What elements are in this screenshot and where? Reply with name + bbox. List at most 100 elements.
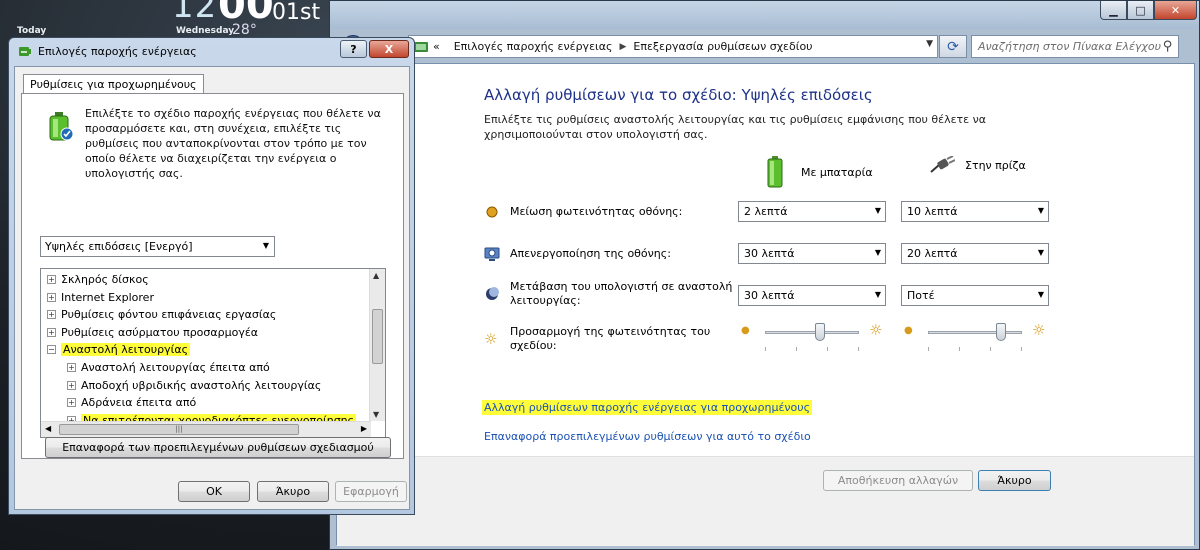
sun-large-icon: ☼ (1032, 321, 1046, 339)
refresh-button[interactable]: ⟳ (939, 35, 967, 58)
dim-display-battery-value: 2 λεπτά (744, 205, 788, 218)
tree-item-label: Αδράνεια έπειτα από (81, 396, 197, 410)
chevron-down-icon: ▼ (874, 248, 881, 257)
save-changes-button[interactable]: Αποθήκευση αλλαγών (823, 470, 973, 491)
moon-sleep-icon (486, 287, 499, 300)
close-button[interactable]: ✕ (1154, 1, 1197, 20)
tree-item[interactable]: + Αναστολή λειτουργίας έπειτα από (67, 359, 270, 376)
minimize-button[interactable]: ▁ (1100, 1, 1127, 20)
dim-display-plugged-select[interactable]: 10 λεπτά ▼ (901, 201, 1049, 222)
plan-select[interactable]: Υψηλές επιδόσεις [Ενεργό] ▼ (40, 236, 275, 257)
turn-off-display-battery-select[interactable]: 30 λεπτά ▼ (738, 243, 886, 264)
setting-row-turn-off-display: Απενεργοποίηση της οθόνης: (484, 246, 671, 262)
column-header-battery: Με μπαταρία (767, 156, 873, 188)
search-input[interactable]: Αναζήτηση στον Πίνακα Ελέγχου (971, 35, 1179, 58)
scroll-up-icon[interactable]: ▲ (373, 271, 379, 280)
battery-check-icon (49, 112, 74, 141)
breadcrumb-item-edit-plan[interactable]: Επεξεργασία ρυθμίσεων σχεδίου (633, 40, 812, 53)
dialog-close-button[interactable]: X (369, 40, 409, 58)
expand-icon[interactable]: + (47, 275, 56, 284)
refresh-icon: ⟳ (947, 38, 959, 55)
scroll-thumb[interactable] (372, 309, 383, 364)
desktop-clock-hour: 12 (172, 0, 218, 26)
address-dropdown-icon[interactable]: ▼ (926, 39, 933, 49)
turn-off-display-plugged-select[interactable]: 20 λεπτά ▼ (901, 243, 1049, 264)
tree-item-label: Internet Explorer (61, 290, 154, 304)
tree-item[interactable]: + Αποδοχή υβριδικής αναστολής λειτουργίας (67, 377, 321, 394)
sleep-battery-select[interactable]: 30 λεπτά ▼ (738, 285, 886, 306)
tree-item[interactable]: + Internet Explorer (47, 289, 154, 306)
chevron-down-icon: ▼ (1037, 248, 1044, 257)
advanced-settings-panel: Επιλέξτε το σχέδιο παροχής ενέργειας που… (21, 93, 404, 459)
search-icon[interactable]: ⚲ (1156, 35, 1179, 58)
tree-item[interactable]: + Αδράνεια έπειτα από (67, 394, 196, 411)
expand-icon[interactable]: + (47, 310, 56, 320)
breadcrumb-item-power-options[interactable]: Επιλογές παροχής ενέργειας (454, 40, 613, 53)
tree-item-label: Ρυθμίσεις φόντου επιφάνειας εργασίας (61, 308, 277, 322)
dialog-title: Επιλογές παροχής ενέργειας (17, 43, 197, 59)
tab-advanced-settings[interactable]: Ρυθμίσεις για προχωρημένους (23, 74, 204, 94)
tree-item[interactable]: + Ρυθμίσεις ασύρματου προσαρμογέα (47, 324, 258, 341)
expand-icon[interactable]: + (47, 327, 56, 337)
help-button[interactable]: ? (340, 40, 367, 58)
plug-icon (930, 156, 955, 173)
tree-vertical-scrollbar[interactable]: ▲ ▼ (369, 269, 385, 421)
expand-icon[interactable]: + (67, 398, 76, 408)
expand-icon[interactable]: + (67, 380, 76, 390)
advanced-settings-link[interactable]: Αλλαγή ρυθμίσεων παροχής ενέργειας για π… (482, 400, 813, 415)
plan-select-value: Υψηλές επιδόσεις [Ενεργό] (45, 240, 193, 253)
sun-dim-icon (486, 206, 498, 218)
ok-button[interactable]: OK (178, 481, 250, 502)
settings-tree[interactable]: + Σκληρός δίσκος + Internet Explorer + Ρυθμίσ… (40, 268, 386, 438)
apply-button[interactable]: Εφαρμογή (335, 481, 407, 502)
breadcrumb-separator-icon[interactable]: ▶ (619, 42, 626, 52)
setting-label-dim-display: Μείωση φωτεινότητας οθόνης: (510, 205, 683, 218)
expand-icon[interactable]: + (67, 363, 76, 372)
sun-small-icon: ● (741, 325, 750, 336)
scroll-down-icon[interactable]: ▼ (373, 410, 379, 419)
sleep-plugged-select[interactable]: Ποτέ ▼ (901, 285, 1049, 306)
desktop-date: 01st (272, 0, 321, 25)
expand-icon[interactable]: + (47, 292, 56, 302)
monitor-off-icon (484, 247, 500, 261)
scroll-right-icon[interactable]: ▶ (361, 424, 367, 433)
sleep-plugged-value: Ποτέ (907, 289, 935, 302)
slider-ticks (765, 347, 859, 351)
dialog-title-text: Επιλογές παροχής ενέργειας (38, 44, 197, 58)
scroll-left-icon[interactable]: ◀ (45, 424, 51, 433)
slider-ticks (928, 347, 1022, 351)
collapse-icon[interactable]: − (47, 345, 56, 355)
tree-item-label: Αποδοχή υβριδικής αναστολής λειτουργίας (81, 378, 322, 392)
turn-off-display-plugged-value: 20 λεπτά (907, 247, 958, 260)
cancel-button[interactable]: Άκυρο (978, 470, 1051, 491)
chevron-down-icon: ▼ (262, 241, 269, 250)
dialog-cancel-button[interactable]: Άκυρο (257, 481, 329, 502)
control-panel-titlebar[interactable]: ▁ □ ✕ (330, 1, 1199, 29)
tree-horizontal-scrollbar[interactable]: ◀ ||| ▶ (41, 421, 371, 437)
setting-row-dim-display: Μείωση φωτεινότητας οθόνης: (484, 204, 682, 220)
breadcrumb-chevron-icon: « (433, 40, 440, 53)
setting-label-turn-off-display: Απενεργοποίηση της οθόνης: (510, 247, 671, 260)
address-bar[interactable]: « Επιλογές παροχής ενέργειας ▶ Επεξεργασ… (408, 35, 938, 58)
setting-label-brightness: Προσαρμογή της φωτεινότητας του σχεδίου: (510, 325, 711, 352)
dim-display-battery-select[interactable]: 2 λεπτά ▼ (738, 201, 886, 222)
tree-item[interactable]: + Σκληρός δίσκος (47, 271, 149, 288)
tree-item[interactable]: + Ρυθμίσεις φόντου επιφάνειας εργασίας (47, 306, 276, 323)
tree-item[interactable]: − Αναστολή λειτουργίας (47, 341, 191, 358)
turn-off-display-battery-value: 30 λεπτά (744, 247, 795, 260)
maximize-button[interactable]: □ (1127, 1, 1154, 20)
slider-thumb[interactable] (996, 323, 1007, 341)
slider-thumb[interactable] (814, 323, 825, 341)
sleep-battery-value: 30 λεπτά (744, 289, 795, 302)
brightness-plugged-slider[interactable]: ● ☼ (904, 321, 1054, 353)
tree-item-label: Αναστολή λειτουργίας (61, 343, 191, 357)
restore-defaults-link[interactable]: Επαναφορά προεπιλεγμένων ρυθμίσεων για α… (484, 430, 811, 443)
control-panel-icon (414, 41, 428, 52)
brightness-battery-slider[interactable]: ● ☼ (741, 321, 891, 353)
setting-row-sleep: Μετάβαση του υπολογιστή σε αναστολή λειτ… (484, 280, 734, 308)
control-panel-window: ▁ □ ✕ ◀ « Επιλογές παροχής ενέργειας ▶ Ε… (329, 0, 1200, 550)
tree-item-label: Σκληρός δίσκος (61, 273, 149, 286)
setting-label-sleep: Μετάβαση του υπολογιστή σε αναστολή λειτ… (510, 280, 733, 307)
scroll-thumb[interactable]: ||| (59, 424, 299, 435)
restore-plan-defaults-button[interactable]: Επαναφορά των προεπιλεγμένων ρυθμίσεων σ… (45, 437, 391, 458)
